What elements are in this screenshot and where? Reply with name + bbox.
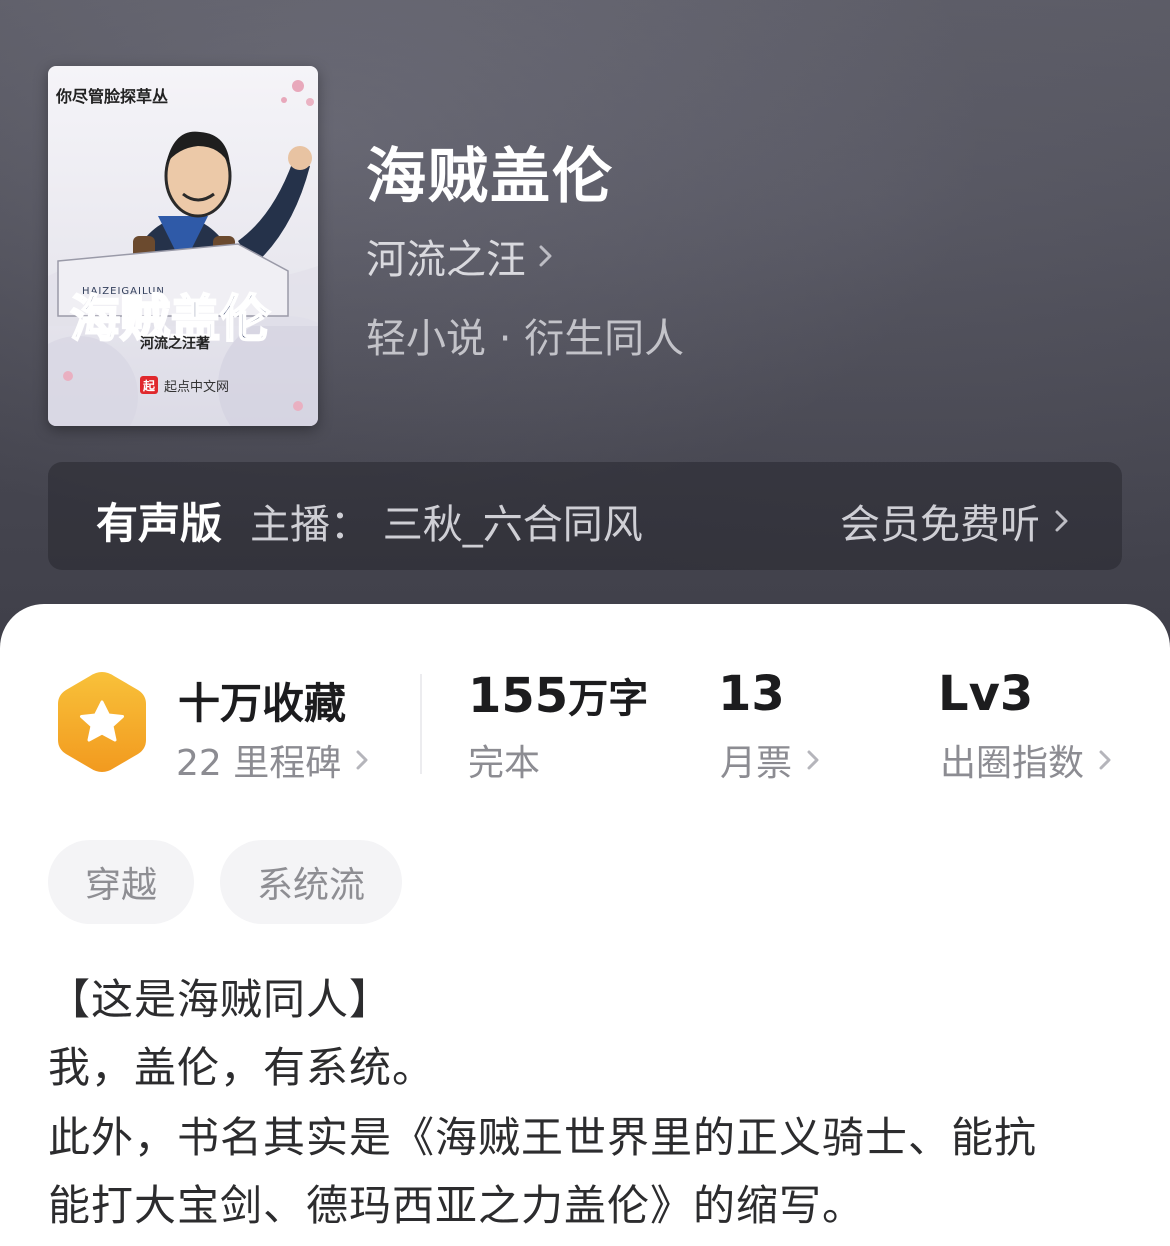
cover-top-text: 你尽管脸探草丛 (55, 87, 168, 106)
audio-host: 主播： 三秋_六合同风 (250, 502, 643, 548)
completion-label: 完本 (468, 743, 541, 784)
monthly-ticket-count: 13 (718, 666, 785, 722)
stats-divider (420, 674, 422, 774)
book-title: 海贼盖伦 (366, 142, 614, 212)
completion-status: 完本 (468, 734, 540, 786)
audio-label: 有声版 (96, 499, 223, 548)
tag-chip[interactable]: 穿越 (48, 840, 194, 924)
word-count-unit: 万字 (568, 676, 649, 722)
book-category: 轻小说 · 衍生同人 (366, 316, 685, 362)
tag-chip[interactable]: 系统流 (220, 840, 402, 924)
chevron-right-icon (807, 750, 819, 770)
monthly-ticket-label: 月票 (720, 743, 793, 784)
popularity-level-value: Lv3 (938, 666, 1034, 722)
member-free-listen-label: 会员免费听 (840, 502, 1040, 548)
word-count: 155万字 (468, 666, 648, 724)
word-count-number: 155 (468, 668, 569, 724)
chevron-right-icon (356, 750, 368, 770)
milestone-label: 22 里程碑 (176, 743, 342, 784)
cover-author: 河流之汪著 (140, 335, 210, 352)
star-hexagon-icon (58, 672, 146, 772)
milestone-link[interactable]: 22 里程碑 (176, 734, 371, 786)
chevron-right-icon (1099, 750, 1111, 770)
cover-artwork: 你尽管脸探草丛 HAIZEIGAILUN 海贼盖伦 河流之汪著 起 起点中文网 (48, 80, 318, 426)
member-free-listen-button[interactable]: 会员免费听 (840, 492, 1072, 550)
description-line: 我，盖伦，有系统。 (48, 1043, 436, 1092)
description-line: 能打大宝剑、德玛西亚之力盖伦》的缩写。 (48, 1181, 866, 1230)
chevron-right-icon (1055, 510, 1068, 532)
description-line: 【这是海贼同人】 (48, 975, 393, 1024)
popularity-level: Lv3 (938, 666, 1033, 722)
popularity-index-label: 出圈指数 (940, 743, 1085, 784)
chevron-right-icon (539, 245, 552, 267)
popularity-index-link[interactable]: 出圈指数 (940, 734, 1114, 786)
cover-publisher: 起点中文网 (164, 380, 229, 395)
audio-version-bar[interactable]: 有声版 主播： 三秋_六合同风 会员免费听 (48, 462, 1122, 570)
monthly-ticket-number: 13 (718, 666, 785, 722)
book-cover[interactable]: 你尽管脸探草丛 HAIZEIGAILUN 海贼盖伦 河流之汪著 起 起点中文网 (48, 66, 318, 426)
collect-count: 十万收藏 (178, 679, 347, 728)
author-link[interactable]: 河流之汪 (366, 228, 556, 284)
monthly-ticket-link[interactable]: 月票 (720, 734, 822, 786)
author-name: 河流之汪 (366, 237, 526, 283)
description-line: 此外，书名其实是《海贼王世界里的正义骑士、能抗 (48, 1113, 1038, 1162)
publisher-badge: 起 (142, 378, 156, 393)
